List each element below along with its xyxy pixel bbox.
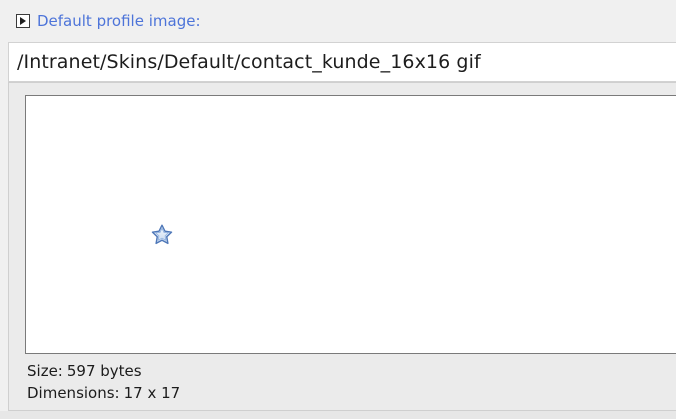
image-path-value: /Intranet/Skins/Default/contact_kunde_16… [17,50,481,73]
dimensions-value: 17 x 17 [123,384,181,402]
triangle-right-icon [20,17,26,25]
image-metadata: Size: 597 bytes Dimensions: 17 x 17 [27,360,180,404]
default-profile-image-label: Default profile image: [37,11,201,30]
image-preview-area [25,95,676,354]
size-row: Size: 597 bytes [27,360,180,382]
size-label: Size: [27,362,63,380]
default-profile-image-section: Default profile image: /Intranet/Skins/D… [0,0,676,419]
size-value: 597 bytes [66,362,142,380]
expand-toggle-button[interactable] [16,14,30,28]
image-path-field[interactable]: /Intranet/Skins/Default/contact_kunde_16… [8,42,676,82]
preview-image [148,221,176,249]
image-preview-panel: Size: 597 bytes Dimensions: 17 x 17 [8,82,676,411]
dimensions-row: Dimensions: 17 x 17 [27,382,180,404]
bottom-divider [0,411,676,419]
dimensions-label: Dimensions: [27,384,120,402]
star-icon [151,224,173,245]
section-header: Default profile image: [16,6,201,36]
